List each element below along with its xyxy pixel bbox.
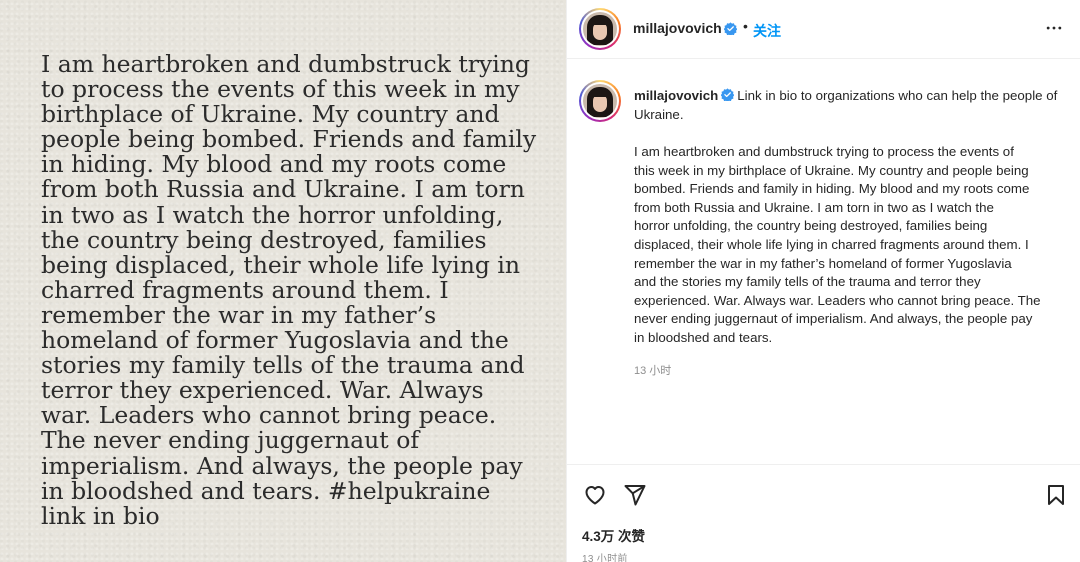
post-detail-panel: millajovovich • 关注 millajovovich Link in… <box>566 0 1080 562</box>
caption-intro: millajovovich Link in bio to organizatio… <box>634 87 1064 124</box>
post-header: millajovovich • 关注 <box>567 0 1080 59</box>
caption-body: I am heartbroken and dumbstruck trying t… <box>634 144 1041 345</box>
header-username[interactable]: millajovovich <box>633 20 722 36</box>
separator-dot: • <box>743 18 748 34</box>
post-image[interactable]: I am heartbroken and dumbstruck trying t… <box>0 0 566 562</box>
caption-username[interactable]: millajovovich <box>634 88 718 103</box>
like-button[interactable] <box>581 481 609 509</box>
action-bar: 4.3万 次赞 13 小时前 <box>567 464 1080 562</box>
follow-button[interactable]: 关注 <box>753 21 781 41</box>
like-count[interactable]: 4.3万 次赞 <box>582 525 645 545</box>
avatar[interactable] <box>579 8 621 50</box>
post-image-text: I am heartbroken and dumbstruck trying t… <box>41 50 537 530</box>
verified-badge-icon <box>724 22 737 35</box>
post-timestamp[interactable]: 13 小时前 <box>582 550 628 562</box>
heart-icon <box>585 486 605 505</box>
caption-timestamp[interactable]: 13 小时 <box>634 362 671 378</box>
bookmark-icon <box>1048 485 1064 505</box>
share-button[interactable] <box>621 481 649 509</box>
share-icon <box>624 485 646 506</box>
caption-avatar[interactable] <box>579 80 621 122</box>
save-button[interactable] <box>1042 481 1070 509</box>
verified-badge-icon <box>721 88 735 101</box>
more-options-icon[interactable] <box>1044 18 1064 38</box>
comments-area[interactable]: millajovovich Link in bio to organizatio… <box>567 60 1080 464</box>
